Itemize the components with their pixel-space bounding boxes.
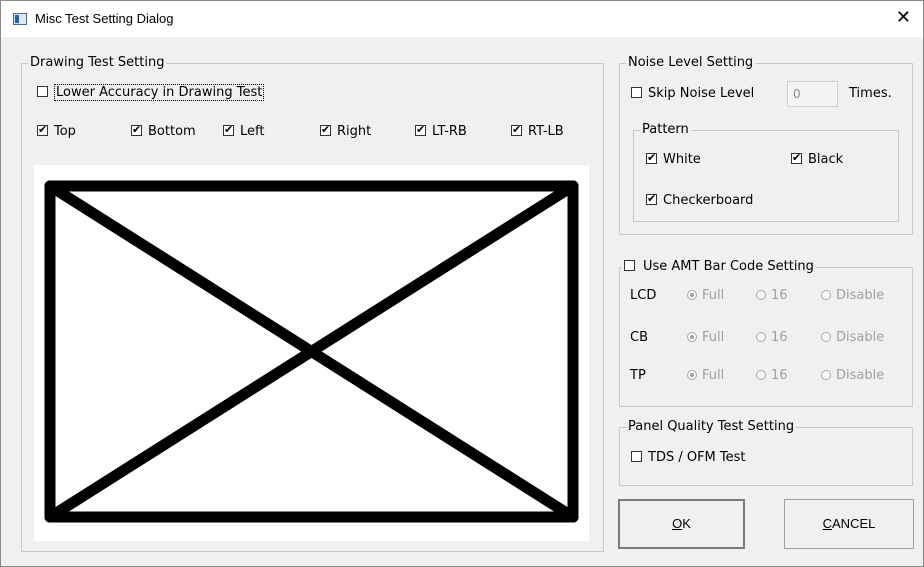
amt-tp-full-radio[interactable]	[687, 369, 697, 380]
tds-ofm-label: TDS / OFM Test	[648, 450, 746, 465]
amt-tp-full-option[interactable]: Full	[687, 368, 724, 384]
line-left-label: Left	[240, 124, 265, 139]
line-rt-lb-checkbox[interactable]	[511, 122, 522, 138]
amt-bar-code-checkbox-row[interactable]: Use AMT Bar Code Setting	[622, 259, 816, 275]
close-icon[interactable]: ✕	[896, 7, 911, 28]
line-top-label: Top	[54, 124, 76, 139]
amt-tp-disable-radio[interactable]	[821, 369, 831, 380]
line-bottom-checkbox[interactable]	[131, 122, 142, 138]
amt-lcd-16-radio[interactable]	[756, 289, 766, 300]
tds-ofm-checkbox[interactable]	[631, 450, 642, 462]
pattern-checkerboard-checkbox[interactable]	[646, 191, 657, 207]
pattern-checkerboard-row[interactable]: Checkerboard	[646, 191, 754, 209]
skip-noise-checkbox[interactable]	[631, 86, 642, 98]
window-title: Misc Test Setting Dialog	[35, 11, 174, 26]
amt-lcd-full-option[interactable]: Full	[687, 288, 724, 304]
lower-accuracy-label: Lower Accuracy in Drawing Test	[54, 84, 265, 101]
amt-cb-disable-radio[interactable]	[821, 331, 831, 342]
times-suffix: Times.	[849, 86, 892, 101]
amt-bar-code-label: Use AMT Bar Code Setting	[643, 259, 814, 274]
amt-lcd-16-option[interactable]: 16	[756, 288, 788, 304]
lower-accuracy-checkbox[interactable]	[37, 85, 48, 97]
line-right-row[interactable]: Right	[320, 122, 372, 140]
amt-cb-16-option[interactable]: 16	[756, 330, 788, 346]
amt-lcd-disable-radio[interactable]	[821, 289, 831, 300]
drawing-preview-canvas	[34, 165, 589, 541]
cancel-mnemonic: C	[822, 516, 833, 531]
line-bottom-row[interactable]: Bottom	[131, 122, 196, 140]
pattern-checkerboard-label: Checkerboard	[663, 193, 754, 208]
amt-tp-disable-option[interactable]: Disable	[821, 368, 884, 384]
amt-tp-16-option[interactable]: 16	[756, 368, 788, 384]
pattern-white-checkbox[interactable]	[646, 150, 657, 166]
drawing-test-group-label: Drawing Test Setting	[28, 55, 167, 71]
pattern-black-checkbox[interactable]	[791, 150, 802, 166]
ok-button[interactable]: OK	[618, 499, 745, 549]
line-rt-lb-row[interactable]: RT-LB	[511, 122, 564, 140]
pattern-white-label: White	[663, 152, 701, 167]
amt-bar-code-checkbox[interactable]	[624, 259, 635, 271]
pattern-black-row[interactable]: Black	[791, 150, 844, 168]
title-bar[interactable]: Misc Test Setting Dialog ✕	[1, 1, 923, 37]
line-top-row[interactable]: Top	[37, 122, 76, 140]
noise-times-input[interactable]: 0	[787, 81, 838, 107]
amt-tp-16-radio[interactable]	[756, 369, 766, 380]
amt-lcd-disable-option[interactable]: Disable	[821, 288, 884, 304]
line-lt-rb-row[interactable]: LT-RB	[415, 122, 467, 140]
amt-lcd-full-radio[interactable]	[687, 289, 697, 300]
line-rt-lb-label: RT-LB	[528, 124, 564, 139]
line-left-row[interactable]: Left	[223, 122, 265, 140]
skip-noise-row[interactable]: Skip Noise Level	[631, 86, 754, 102]
amt-row-tp-label: TP	[630, 368, 646, 383]
line-right-label: Right	[337, 124, 372, 139]
cancel-label-rest: ANCEL	[832, 516, 876, 531]
amt-row-cb-label: CB	[630, 330, 648, 345]
app-icon	[13, 13, 27, 25]
amt-cb-disable-option[interactable]: Disable	[821, 330, 884, 346]
pattern-group-label: Pattern	[640, 122, 691, 138]
line-lt-rb-checkbox[interactable]	[415, 122, 426, 138]
amt-row-lcd-label: LCD	[630, 288, 657, 303]
lower-accuracy-checkbox-row[interactable]: Lower Accuracy in Drawing Test	[37, 84, 265, 101]
line-left-checkbox[interactable]	[223, 122, 234, 138]
line-lt-rb-label: LT-RB	[432, 124, 467, 139]
tds-ofm-row[interactable]: TDS / OFM Test	[631, 450, 746, 466]
line-top-checkbox[interactable]	[37, 122, 48, 138]
noise-level-group-label: Noise Level Setting	[626, 55, 756, 71]
line-right-checkbox[interactable]	[320, 122, 331, 138]
dialog-window: Misc Test Setting Dialog ✕ Drawing Test …	[0, 0, 924, 567]
panel-quality-group-label: Panel Quality Test Setting	[626, 419, 797, 435]
ok-mnemonic: O	[672, 516, 683, 531]
cancel-button[interactable]: CANCEL	[784, 499, 914, 549]
skip-noise-label: Skip Noise Level	[648, 86, 755, 101]
ok-label-rest: K	[682, 516, 691, 531]
pattern-black-label: Black	[808, 152, 844, 167]
line-bottom-label: Bottom	[148, 124, 196, 139]
amt-cb-full-radio[interactable]	[687, 331, 697, 342]
amt-cb-16-radio[interactable]	[756, 331, 766, 342]
pattern-white-row[interactable]: White	[646, 150, 701, 168]
drawing-preview-svg	[44, 180, 579, 523]
amt-cb-full-option[interactable]: Full	[687, 330, 724, 346]
